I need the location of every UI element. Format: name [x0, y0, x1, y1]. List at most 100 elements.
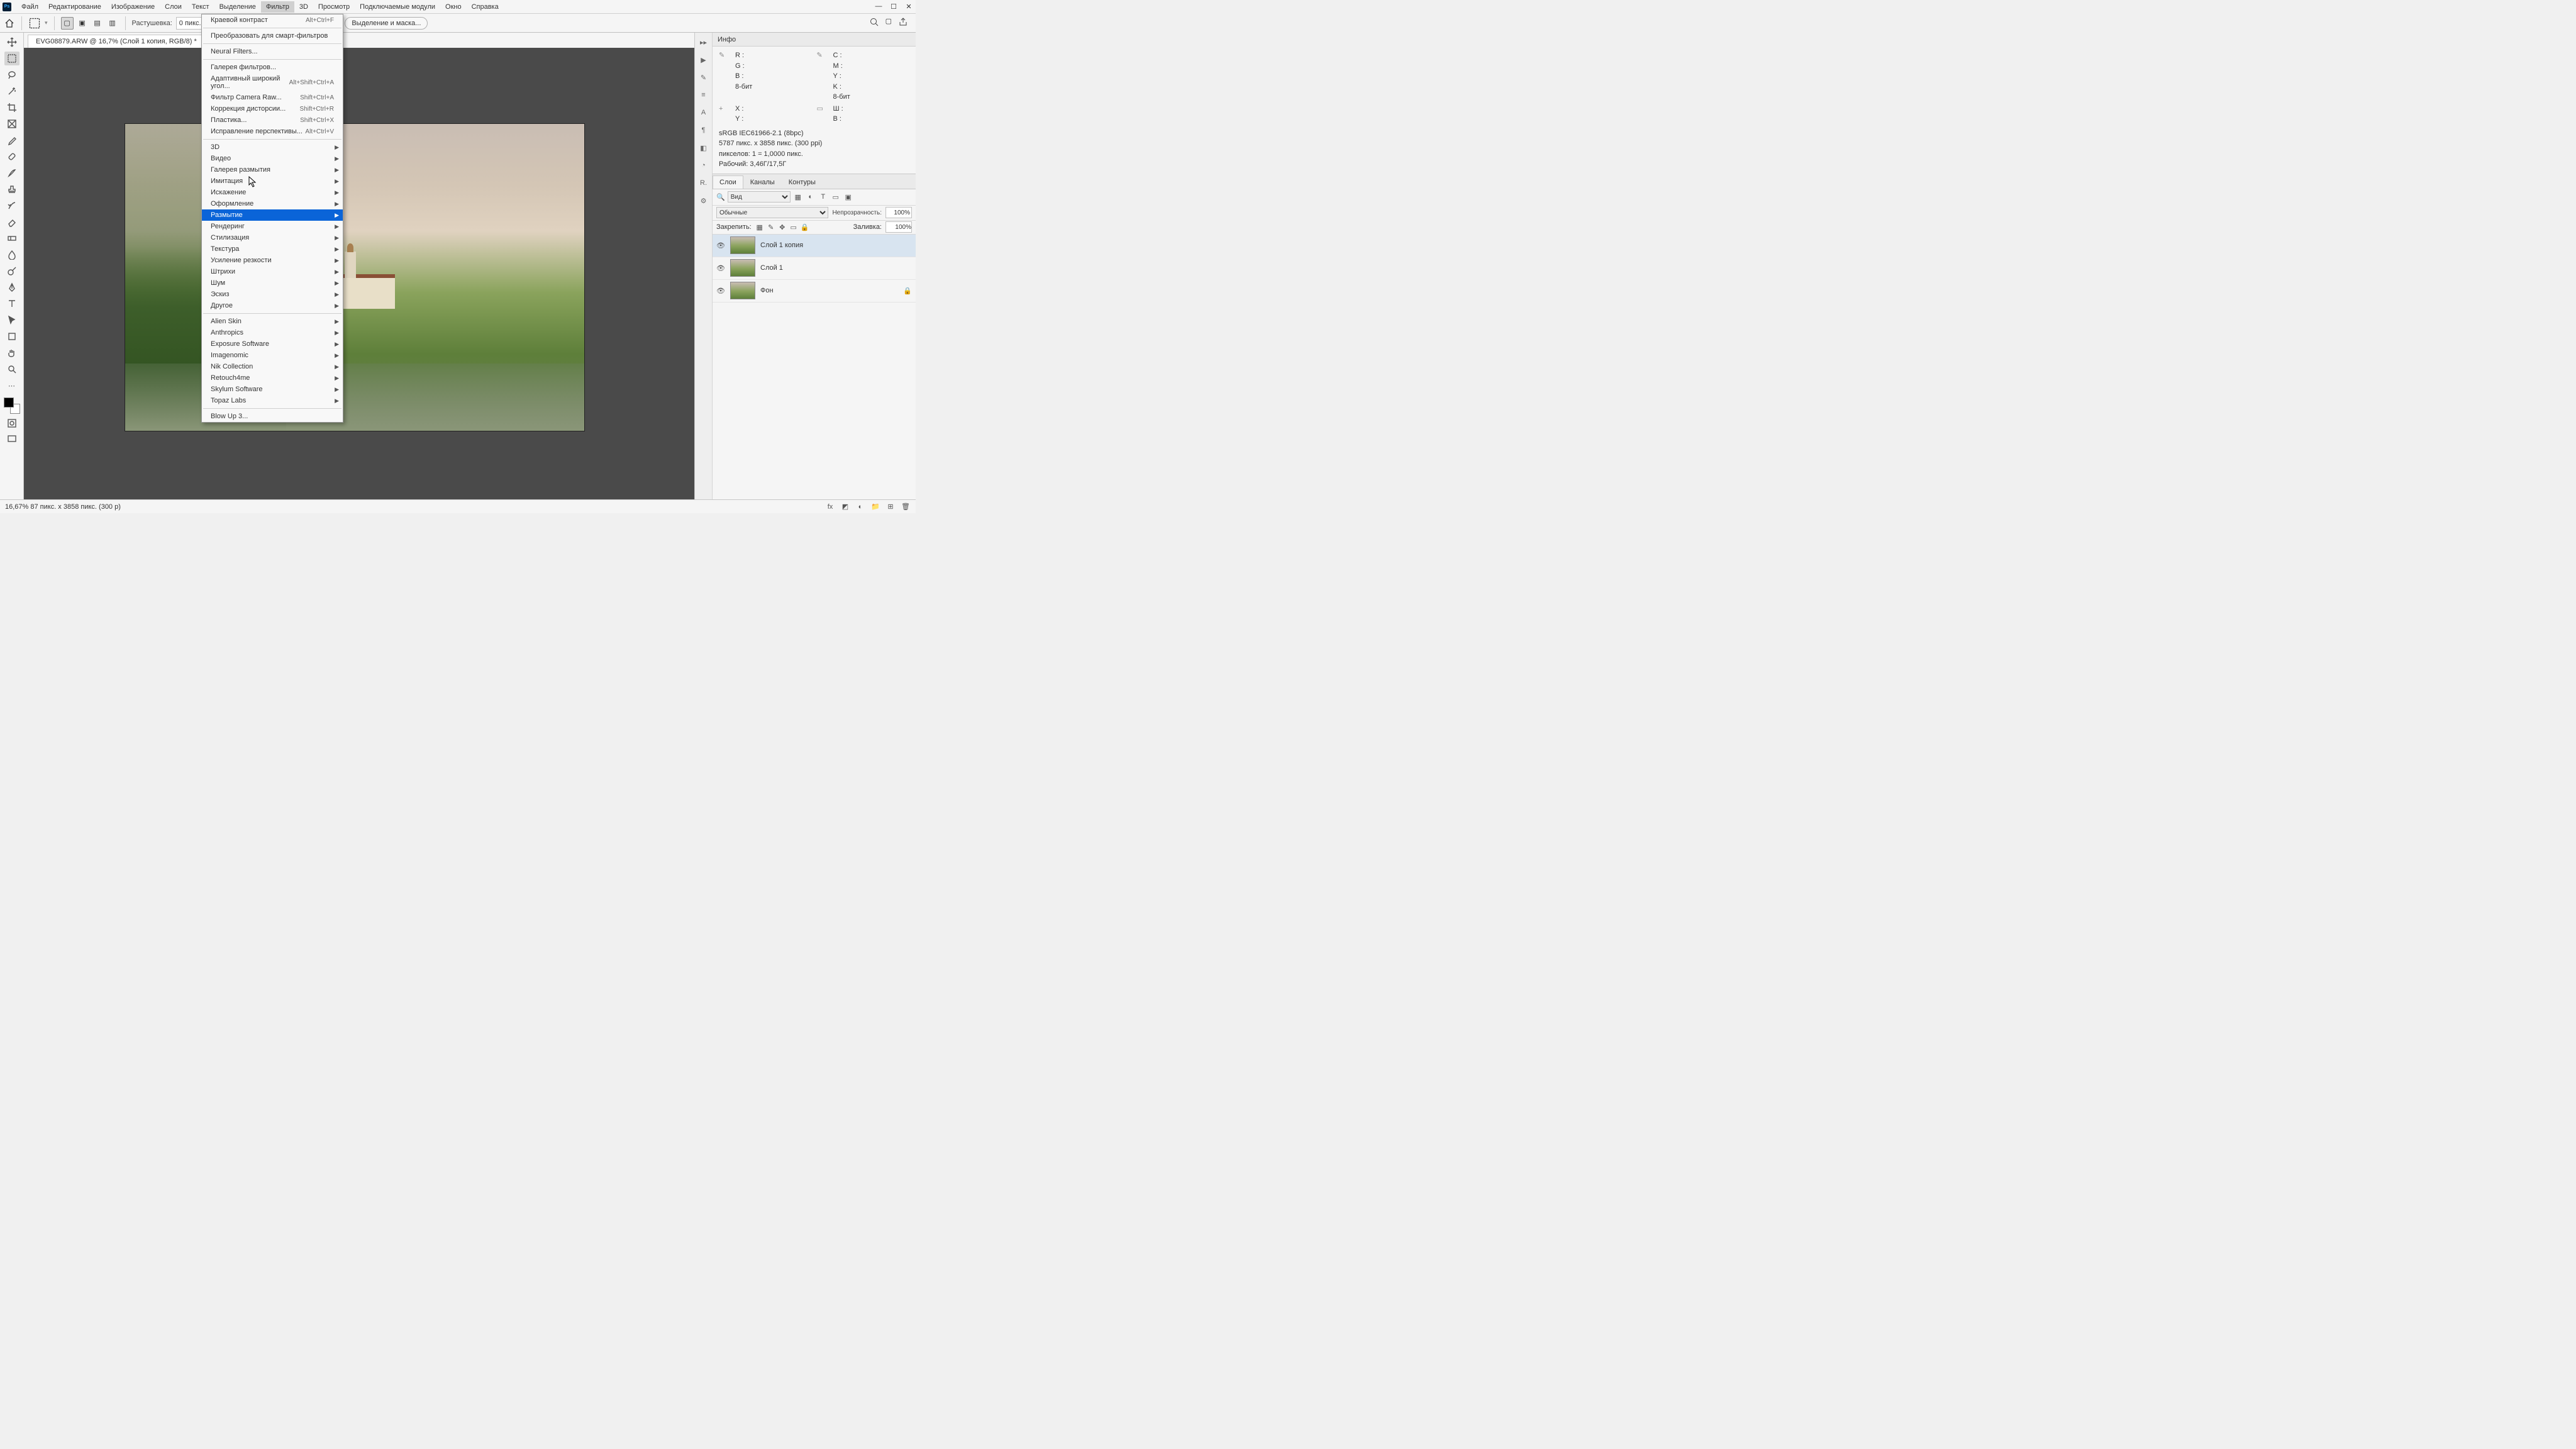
quick-mask-icon[interactable] [4, 416, 19, 430]
blend-mode-select[interactable]: Обычные [716, 207, 828, 218]
selection-new-icon[interactable]: ▢ [61, 17, 74, 30]
share-icon[interactable] [898, 17, 908, 29]
tab-paths[interactable]: Контуры [782, 175, 823, 189]
select-and-mask-button[interactable]: Выделение и маска... [345, 17, 428, 30]
layer-name[interactable]: Слой 1 [760, 264, 783, 272]
history-brush-tool-icon[interactable] [4, 199, 19, 213]
path-select-tool-icon[interactable] [4, 313, 19, 327]
dock-actions-icon[interactable]: ▶ [698, 54, 709, 65]
screen-mode-icon[interactable] [4, 433, 19, 447]
menu-layers[interactable]: Слои [160, 1, 187, 13]
filter-menu-item[interactable]: Стилизация▶ [202, 232, 343, 243]
blur-tool-icon[interactable] [4, 248, 19, 262]
filter-menu-item[interactable]: Шум▶ [202, 277, 343, 289]
menu-help[interactable]: Справка [467, 1, 504, 13]
filter-menu-item[interactable]: Имитация▶ [202, 175, 343, 187]
status-adjust-icon[interactable]: ◐ [855, 502, 865, 512]
lasso-tool-icon[interactable] [4, 68, 19, 82]
window-maximize-icon[interactable]: ☐ [889, 2, 898, 11]
eyedropper-tool-icon[interactable] [4, 133, 19, 147]
lock-artboard-icon[interactable]: ▭ [789, 223, 798, 231]
status-folder-icon[interactable]: 📁 [870, 502, 880, 512]
layer-name[interactable]: Слой 1 копия [760, 242, 803, 249]
hand-tool-icon[interactable] [4, 346, 19, 360]
layer-visibility-icon[interactable]: 👁 [716, 264, 725, 272]
marquee-tool-icon[interactable] [4, 52, 19, 65]
filter-menu-item[interactable]: Фильтр Camera Raw...Shift+Ctrl+A [202, 92, 343, 103]
layer-row[interactable]: 👁 Слой 1 [713, 257, 916, 280]
menu-window[interactable]: Окно [440, 1, 467, 13]
canvas[interactable] [24, 48, 694, 499]
status-newlayer-icon[interactable]: ⊞ [886, 502, 896, 512]
dock-adjust-icon[interactable]: ≡ [698, 89, 709, 101]
dock-brush-icon[interactable]: ✎ [698, 72, 709, 83]
filter-menu-item[interactable]: Искажение▶ [202, 187, 343, 198]
brush-tool-icon[interactable] [4, 166, 19, 180]
lock-pixels-icon[interactable]: ✎ [767, 223, 775, 231]
menu-filter[interactable]: Фильтр [261, 1, 294, 13]
filter-smart-icon[interactable]: ▣ [843, 192, 853, 202]
dock-char-icon[interactable]: A [698, 107, 709, 118]
lock-icon[interactable]: 🔒 [801, 223, 809, 231]
filter-menu-item[interactable]: Коррекция дисторсии...Shift+Ctrl+R [202, 103, 343, 114]
filter-menu-item[interactable]: Текстура▶ [202, 243, 343, 255]
dock-sliders-icon[interactable]: ⚙ [698, 195, 709, 206]
filter-menu-item[interactable]: Исправление перспективы...Alt+Ctrl+V [202, 126, 343, 137]
fill-input[interactable] [886, 221, 912, 233]
crop-tool-icon[interactable] [4, 101, 19, 114]
filter-icon[interactable]: 🔍 [716, 193, 725, 201]
filter-menu-item[interactable]: Alien Skin▶ [202, 316, 343, 327]
menu-plugins[interactable]: Подключаемые модули [355, 1, 440, 13]
layer-kind-select[interactable]: Вид [728, 191, 791, 203]
layer-visibility-icon[interactable]: 👁 [716, 287, 725, 295]
filter-menu-item[interactable]: Anthropics▶ [202, 327, 343, 338]
dock-r-icon[interactable]: R. [698, 177, 709, 189]
filter-menu-item[interactable]: Skylum Software▶ [202, 384, 343, 395]
foreground-background-swatch[interactable] [4, 397, 20, 414]
menu-edit[interactable]: Редактирование [43, 1, 106, 13]
text-tool-icon[interactable] [4, 297, 19, 311]
window-minimize-icon[interactable]: — [874, 2, 883, 11]
lock-all-icon[interactable]: ▦ [755, 223, 764, 231]
filter-menu-item[interactable]: Neural Filters... [202, 46, 343, 57]
menu-text[interactable]: Текст [187, 1, 214, 13]
shape-tool-icon[interactable] [4, 330, 19, 343]
tab-channels[interactable]: Каналы [743, 175, 782, 189]
layer-name[interactable]: Фон [760, 287, 774, 294]
filter-menu-item[interactable]: Преобразовать для смарт-фильтров [202, 30, 343, 42]
status-fx-icon[interactable]: fx [825, 502, 835, 512]
filter-menu-item[interactable]: Blow Up 3... [202, 411, 343, 422]
filter-menu-item[interactable]: Retouch4me▶ [202, 372, 343, 384]
search-icon[interactable] [869, 17, 879, 29]
filter-pixel-icon[interactable]: ▦ [793, 192, 803, 202]
pen-tool-icon[interactable] [4, 280, 19, 294]
selection-subtract-icon[interactable]: ▤ [91, 17, 104, 30]
layer-row[interactable]: 👁 Фон 🔒 [713, 280, 916, 303]
filter-menu-item[interactable]: Видео▶ [202, 153, 343, 164]
home-icon[interactable] [4, 18, 15, 29]
filter-menu-item[interactable]: Штрихи▶ [202, 266, 343, 277]
menu-select[interactable]: Выделение [214, 1, 261, 13]
window-close-icon[interactable]: ✕ [904, 2, 913, 11]
wand-tool-icon[interactable] [4, 84, 19, 98]
filter-menu-item[interactable]: Размытие▶ [202, 209, 343, 221]
marquee-tool-icon[interactable] [28, 17, 41, 30]
dock-history-icon[interactable]: ▸▸ [698, 36, 709, 48]
document-tab[interactable]: EVG08879.ARW @ 16,7% (Слой 1 копия, RGB/… [28, 35, 214, 48]
more-tools-icon[interactable]: ⋯ [4, 379, 19, 392]
opacity-input[interactable] [886, 207, 912, 218]
filter-menu-item[interactable]: Другое▶ [202, 300, 343, 311]
filter-menu-item[interactable]: Nik Collection▶ [202, 361, 343, 372]
menu-file[interactable]: Файл [16, 1, 43, 13]
dock-lib-icon[interactable]: ◧ [698, 142, 709, 153]
tab-layers[interactable]: Слои [713, 175, 743, 189]
workspace-icon[interactable]: ▢ [886, 17, 892, 29]
filter-menu-item[interactable]: Рендеринг▶ [202, 221, 343, 232]
filter-menu-item[interactable]: Imagenomic▶ [202, 350, 343, 361]
heal-tool-icon[interactable] [4, 150, 19, 164]
filter-menu-item[interactable]: Галерея размытия▶ [202, 164, 343, 175]
selection-add-icon[interactable]: ▣ [76, 17, 89, 30]
filter-menu-item[interactable]: Галерея фильтров... [202, 62, 343, 73]
filter-menu-item[interactable]: Пластика...Shift+Ctrl+X [202, 114, 343, 126]
filter-menu-item[interactable]: Усиление резкости▶ [202, 255, 343, 266]
